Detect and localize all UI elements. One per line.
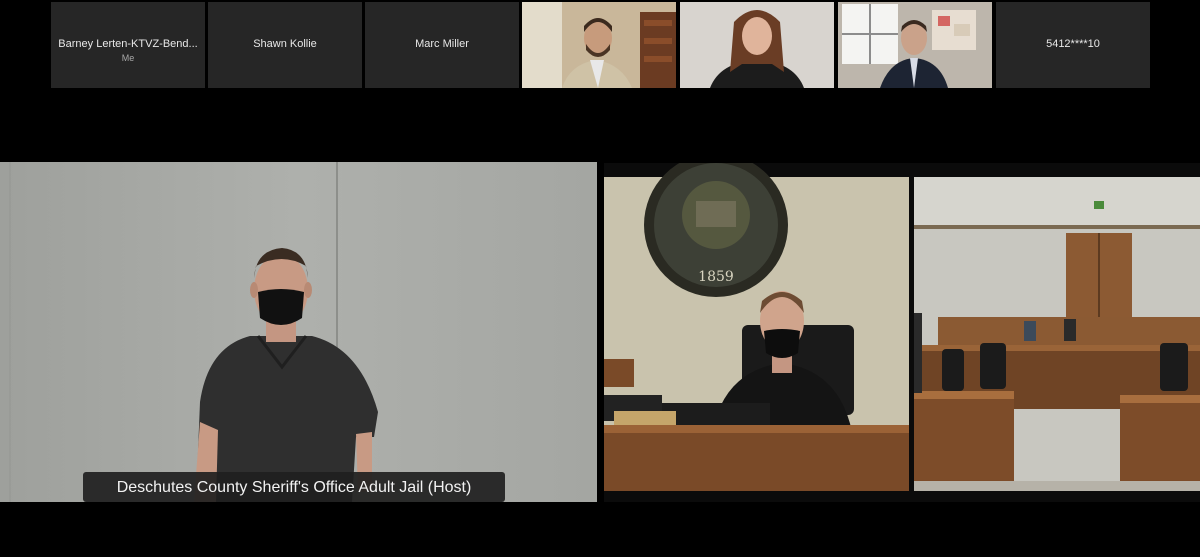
participant-name: Marc Miller (415, 38, 469, 50)
seal-year: 1859 (698, 269, 734, 285)
participant-me-label: Me (121, 53, 135, 63)
participant-video-woman[interactable] (680, 2, 834, 88)
host-name-text: Deschutes County Sheriff's Office Adult … (116, 479, 472, 496)
video-feed (0, 162, 597, 502)
courtroom-feed (914, 177, 1200, 491)
shared-screen[interactable]: 1859 (604, 163, 1200, 502)
participant-tile-marc[interactable]: Marc Miller (365, 2, 519, 88)
main-video-feed[interactable] (0, 162, 597, 502)
participant-video-man-suit[interactable] (522, 2, 676, 88)
participant-strip: Barney Lerten-KTVZ-Bend... Me Shawn Koll… (51, 2, 1151, 88)
participant-tile-barney[interactable]: Barney Lerten-KTVZ-Bend... Me (51, 2, 205, 88)
host-name-label: Deschutes County Sheriff's Office Adult … (83, 472, 505, 502)
participant-tile-phone[interactable]: 5412****10 (996, 2, 1150, 88)
participant-name: Barney Lerten-KTVZ-Bend... (58, 38, 198, 50)
video-feed (838, 2, 992, 88)
participant-name: 5412****10 (1046, 38, 1100, 50)
participant-tile-shawn[interactable]: Shawn Kollie (208, 2, 362, 88)
video-feed (522, 2, 676, 88)
video-feed (680, 2, 834, 88)
participant-name: Shawn Kollie (253, 38, 317, 50)
participant-video-man-office[interactable] (838, 2, 992, 88)
judge-feed: 1859 (604, 163, 909, 491)
courtroom-feeds: 1859 (604, 163, 1200, 502)
